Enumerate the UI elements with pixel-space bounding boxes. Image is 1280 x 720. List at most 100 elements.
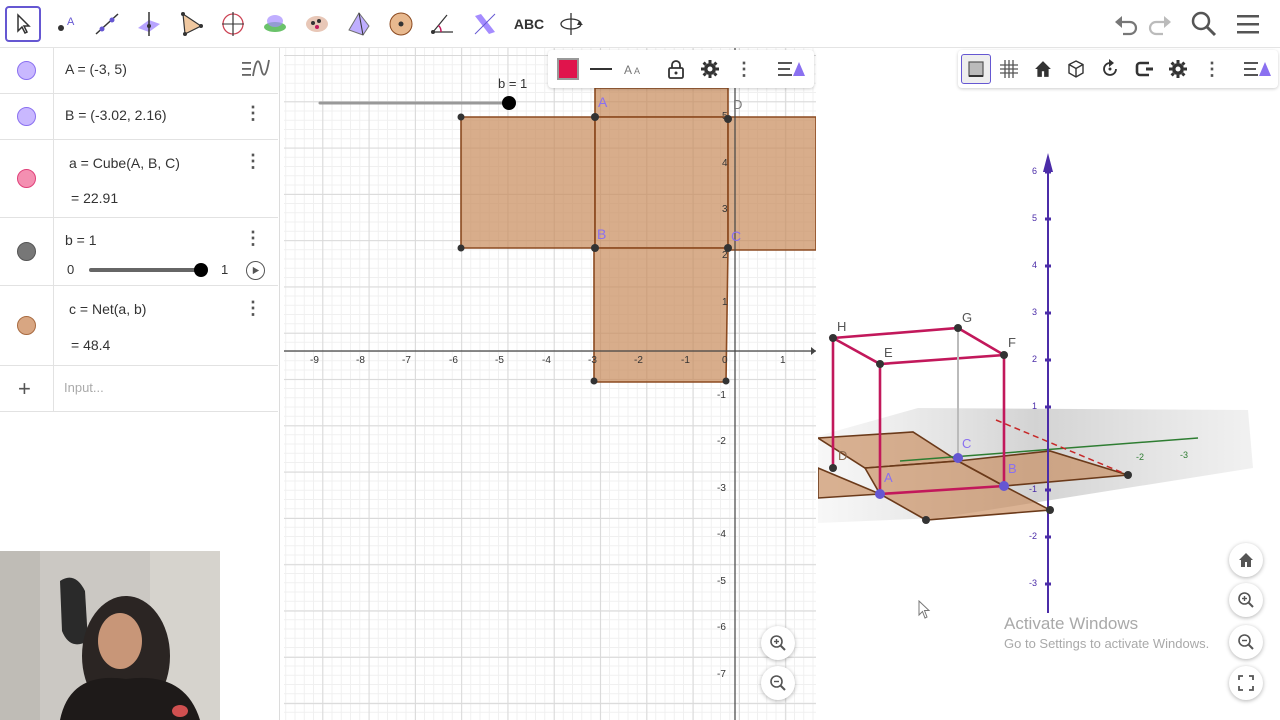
sphere-tool-button[interactable] <box>257 6 293 42</box>
move-tool-button[interactable] <box>5 6 41 42</box>
y-tick-label: -1 <box>717 390 726 401</box>
algebra-row-point-a[interactable]: A = (-3, 5) <box>0 48 278 94</box>
toggle-style-bar-2d-button[interactable] <box>774 54 810 84</box>
vertex-label-c[interactable]: C <box>962 436 971 451</box>
circle-point-tool-button[interactable] <box>383 6 419 42</box>
point-label-c[interactable]: C <box>731 228 741 244</box>
slider-knob[interactable] <box>194 263 208 277</box>
point-label-d[interactable]: D <box>733 97 742 112</box>
net-polygon[interactable] <box>460 87 816 383</box>
clipping-icon <box>1135 61 1153 77</box>
redo-button[interactable] <box>1144 8 1176 40</box>
main-menu-button[interactable] <box>1232 8 1264 40</box>
svg-text:A: A <box>67 16 75 28</box>
net-face-bottom <box>593 247 729 383</box>
zoom-out-2d-button[interactable] <box>761 666 795 700</box>
algebra-row-net[interactable]: c = Net(a, b) = 48.4 ⋮ <box>0 286 278 366</box>
algebra-input[interactable]: Input... <box>64 380 104 395</box>
search-button[interactable] <box>1188 8 1220 40</box>
reflect-tool-button[interactable] <box>467 6 503 42</box>
algebra-row-cube[interactable]: a = Cube(A, B, C) = 22.91 ⋮ <box>0 140 278 218</box>
more-3d-options-icon[interactable]: ⋮ <box>1197 54 1227 84</box>
more-2d-options-icon[interactable]: ⋮ <box>729 54 759 84</box>
row-marker <box>0 48 54 93</box>
view-direction-button[interactable] <box>1061 54 1091 84</box>
home-3d-button[interactable] <box>1229 543 1263 577</box>
zoom-out-3d-button[interactable] <box>1229 625 1263 659</box>
intersect-tool-button[interactable] <box>299 6 335 42</box>
text-tool-button[interactable]: ABC <box>509 6 549 42</box>
slider-track[interactable] <box>89 268 201 272</box>
perpendicular-tool-button[interactable] <box>131 6 167 42</box>
circle-tool-button[interactable] <box>215 6 251 42</box>
lock-button[interactable] <box>661 54 691 84</box>
algebra-row-point-b[interactable]: B = (-3.02, 2.16) ⋮ <box>0 94 278 140</box>
style-bar-toggle-icon <box>778 62 805 76</box>
settings-2d-button[interactable] <box>695 54 725 84</box>
play-button[interactable] <box>246 261 265 280</box>
more-options-icon[interactable]: ⋮ <box>244 151 262 172</box>
vertex-label-b[interactable]: B <box>1008 461 1017 476</box>
definition-text[interactable]: A = (-3, 5) <box>65 61 127 77</box>
add-item-icon[interactable]: + <box>18 376 31 402</box>
graphics-view-2d[interactable]: b = 1 A D B C -9 -8 -7 -6 -5 -4 -3 -2 -1… <box>284 48 816 720</box>
x-tick-label: 0 <box>722 355 728 366</box>
visibility-toggle[interactable] <box>17 61 36 80</box>
rotate-view-button[interactable] <box>1095 54 1125 84</box>
vertex-label-f[interactable]: F <box>1008 335 1016 350</box>
point-label-b[interactable]: B <box>597 226 606 242</box>
vertex-label-a[interactable]: A <box>884 470 893 485</box>
reflect-icon <box>474 13 496 35</box>
y-tick-label: -5 <box>717 576 726 587</box>
standard-view-button[interactable] <box>1028 54 1058 84</box>
undo-button[interactable] <box>1110 8 1142 40</box>
color-button[interactable] <box>553 54 583 84</box>
graphics-2d-canvas[interactable] <box>284 48 816 720</box>
vertex-label-d[interactable]: D <box>838 448 847 463</box>
definition-text[interactable]: b = 1 <box>65 232 97 248</box>
visibility-toggle[interactable] <box>17 242 36 261</box>
line-style-button[interactable] <box>586 54 616 84</box>
definition-text[interactable]: a = Cube(A, B, C) <box>69 155 180 171</box>
more-options-icon[interactable]: ⋮ <box>244 103 262 124</box>
vertex-label-g[interactable]: G <box>962 310 972 325</box>
line-icon <box>95 13 119 35</box>
graphics-slider-knob <box>502 96 516 110</box>
show-plane-button[interactable] <box>961 54 991 84</box>
zoom-in-3d-button[interactable] <box>1229 583 1263 617</box>
graphics-slider-label: b = 1 <box>498 76 528 91</box>
polygon-tool-button[interactable] <box>173 6 209 42</box>
label-style-button[interactable]: AA <box>620 54 650 84</box>
line-tool-button[interactable] <box>89 6 125 42</box>
net-face-right <box>727 116 816 251</box>
visibility-toggle[interactable] <box>17 316 36 335</box>
plane-icon <box>968 61 984 77</box>
vertex-label-h[interactable]: H <box>837 319 846 334</box>
settings-3d-button[interactable] <box>1163 54 1193 84</box>
net-vertex <box>457 244 465 252</box>
value-text: = 22.91 <box>71 190 119 206</box>
zoom-in-2d-button[interactable] <box>761 626 795 660</box>
visibility-toggle[interactable] <box>17 169 36 188</box>
rotate-view-tool-button[interactable] <box>553 6 589 42</box>
definition-text[interactable]: B = (-3.02, 2.16) <box>65 107 167 123</box>
more-options-icon[interactable]: ⋮ <box>244 298 262 319</box>
pyramid-tool-button[interactable] <box>341 6 377 42</box>
algebra-row-slider-b[interactable]: b = 1 0 1 ⋮ <box>0 218 278 286</box>
x-tick-label: 1 <box>780 355 786 366</box>
fullscreen-button[interactable] <box>1229 666 1263 700</box>
point-label-a[interactable]: A <box>598 94 607 110</box>
visibility-toggle[interactable] <box>17 107 36 126</box>
more-options-icon[interactable]: ⋮ <box>244 228 262 249</box>
net-vertex <box>591 244 599 252</box>
grid-button[interactable] <box>994 54 1024 84</box>
clipping-button[interactable] <box>1129 54 1159 84</box>
point-tool-button[interactable]: A <box>47 6 83 42</box>
angle-tool-button[interactable] <box>425 6 461 42</box>
toggle-style-bar-3d-button[interactable] <box>1240 54 1276 84</box>
svg-text:A: A <box>634 66 640 76</box>
definition-text[interactable]: c = Net(a, b) <box>69 301 146 317</box>
vertex-label-e[interactable]: E <box>884 345 893 360</box>
algebra-input-row[interactable]: + Input... <box>0 366 278 412</box>
label-style-icon: AA <box>624 63 640 77</box>
